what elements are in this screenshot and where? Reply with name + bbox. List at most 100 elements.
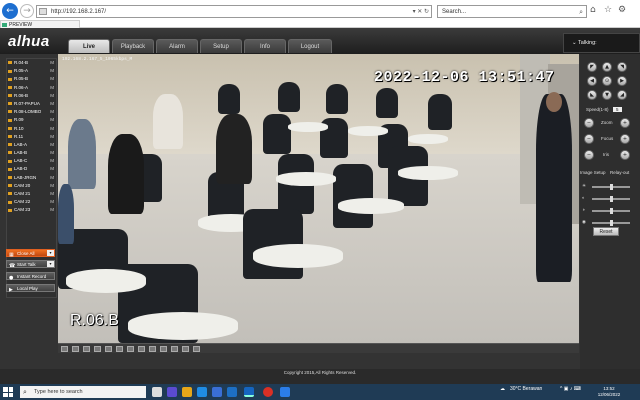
refresh-icon[interactable]: ▾ ✕ ↻: [413, 6, 429, 18]
stream-mark[interactable]: M: [50, 141, 54, 149]
file-explorer-icon[interactable]: [182, 387, 192, 397]
layout-4-icon[interactable]: [72, 346, 79, 352]
dropdown-icon[interactable]: ▾: [47, 250, 54, 256]
ptz-center[interactable]: ⊙: [602, 76, 612, 86]
stream-icon[interactable]: [182, 346, 189, 352]
snapshot-icon[interactable]: [116, 346, 123, 352]
image-setup-tab[interactable]: Image Setup: [580, 170, 606, 175]
iris-close-button[interactable]: −: [584, 150, 594, 160]
reset-button[interactable]: Reset: [593, 227, 619, 236]
contrast-slider[interactable]: [592, 196, 630, 202]
tab-playback[interactable]: Playback: [112, 39, 154, 53]
channel-item[interactable]: R.04-B M: [7, 59, 56, 67]
ptz-up-left[interactable]: ◤: [587, 62, 597, 72]
ptz-down[interactable]: ▼: [602, 90, 612, 100]
app-icon[interactable]: [280, 387, 290, 397]
tab-logout[interactable]: Logout: [288, 39, 332, 53]
stream-mark[interactable]: M: [50, 125, 54, 133]
zoom-toolbar-icon[interactable]: [138, 346, 145, 352]
ptz-up[interactable]: ▲: [602, 62, 612, 72]
channel-item[interactable]: R.06-A M: [7, 84, 56, 92]
channel-item[interactable]: LAB-JRGN M: [7, 174, 56, 182]
ptz-down-left[interactable]: ◣: [587, 90, 597, 100]
edge-icon[interactable]: [197, 387, 207, 397]
relay-out-tab[interactable]: Relay-out: [610, 170, 629, 175]
tab-live[interactable]: Live: [68, 39, 110, 53]
channel-item[interactable]: R.11 M: [7, 133, 56, 141]
back-button[interactable]: ←: [2, 3, 18, 19]
local-play-button[interactable]: ▶ Local Play: [6, 284, 55, 293]
search-box[interactable]: Search... ⌕: [437, 5, 587, 18]
channel-item[interactable]: CAM 21 M: [7, 190, 56, 198]
search-icon[interactable]: ⌕: [579, 6, 583, 18]
windows-start-icon[interactable]: [3, 387, 13, 397]
stream-mark[interactable]: M: [50, 165, 54, 173]
channel-item[interactable]: CAM 23 M: [7, 206, 56, 214]
channel-item[interactable]: LAB-B M: [7, 149, 56, 157]
ratio-icon[interactable]: [171, 346, 178, 352]
channel-item[interactable]: LAB-C M: [7, 157, 56, 165]
address-bar[interactable]: http://192.168.2.167/ ▾ ✕ ↻: [36, 5, 432, 18]
slider-knob[interactable]: [610, 220, 613, 226]
layout-16-icon[interactable]: [94, 346, 101, 352]
settings-icon[interactable]: [193, 346, 200, 352]
brightness-slider[interactable]: [592, 184, 630, 190]
video-feed[interactable]: 192.168.2.167_5_1065kbps_M 2022-12-06 13…: [58, 54, 579, 343]
talking-panel[interactable]: ⌄ Talking:: [563, 33, 640, 53]
stream-mark[interactable]: M: [50, 100, 54, 108]
channel-item[interactable]: R.10 M: [7, 125, 56, 133]
record-toolbar-icon[interactable]: [127, 346, 134, 352]
channel-item[interactable]: LAB-A M: [7, 141, 56, 149]
channel-item[interactable]: CAM 20 M: [7, 182, 56, 190]
zoom-out-button[interactable]: −: [584, 118, 594, 128]
channel-item[interactable]: CAM 22 M: [7, 198, 56, 206]
slider-knob[interactable]: [610, 208, 613, 214]
stream-mark[interactable]: M: [50, 206, 54, 214]
ptz-up-right[interactable]: ◥: [617, 62, 627, 72]
channel-item[interactable]: R.08-LOMBO M: [7, 108, 56, 116]
instant-record-button[interactable]: ● Instant Record: [6, 272, 55, 281]
home-icon[interactable]: ⌂: [590, 5, 596, 15]
channel-item[interactable]: R.06-B M: [7, 92, 56, 100]
stream-mark[interactable]: M: [50, 157, 54, 165]
close-all-button[interactable]: ▦ Close All ▾: [6, 249, 55, 258]
layout-9-icon[interactable]: [83, 346, 90, 352]
weather-text[interactable]: 30°C Berawan: [510, 386, 542, 392]
task-view-icon[interactable]: [152, 387, 162, 397]
browser-tab[interactable]: PREVIEW: [0, 20, 80, 28]
chrome-icon[interactable]: [263, 387, 273, 397]
clock[interactable]: 13:52 12/06/2022: [596, 386, 622, 398]
layout-1-icon[interactable]: [61, 346, 68, 352]
saturation-slider[interactable]: [592, 208, 630, 214]
stream-mark[interactable]: M: [50, 75, 54, 83]
channel-item[interactable]: R.05-A M: [7, 67, 56, 75]
forward-button[interactable]: →: [20, 4, 34, 18]
mail-icon[interactable]: [227, 387, 237, 397]
stream-mark[interactable]: M: [50, 59, 54, 67]
talk-icon[interactable]: [160, 346, 167, 352]
start-talk-button[interactable]: ☎ Start Talk ▾: [6, 260, 55, 269]
tab-info[interactable]: Info: [244, 39, 286, 53]
stream-mark[interactable]: M: [50, 182, 54, 190]
channel-item[interactable]: LAB-D M: [7, 165, 56, 173]
taskbar-search[interactable]: ⌕ Type here to search: [20, 386, 146, 398]
stream-mark[interactable]: M: [50, 67, 54, 75]
ptz-right[interactable]: ▶: [617, 76, 627, 86]
channel-item[interactable]: R.05-B M: [7, 75, 56, 83]
tray-icons[interactable]: ^ ▣ ♪ ⌨: [560, 386, 581, 392]
channel-item[interactable]: R.07-PAPUA M: [7, 100, 56, 108]
store-icon[interactable]: [212, 387, 222, 397]
stream-mark[interactable]: M: [50, 108, 54, 116]
channel-item[interactable]: R.09 M: [7, 116, 56, 124]
tab-setup[interactable]: Setup: [200, 39, 242, 53]
slider-knob[interactable]: [610, 184, 613, 190]
audio-icon[interactable]: [149, 346, 156, 352]
zoom-in-button[interactable]: +: [620, 118, 630, 128]
stream-mark[interactable]: M: [50, 133, 54, 141]
stream-mark[interactable]: M: [50, 198, 54, 206]
ie-icon[interactable]: [244, 387, 254, 397]
slider-knob[interactable]: [610, 196, 613, 202]
hue-slider[interactable]: [592, 220, 630, 226]
stream-mark[interactable]: M: [50, 174, 54, 182]
iris-open-button[interactable]: +: [620, 150, 630, 160]
